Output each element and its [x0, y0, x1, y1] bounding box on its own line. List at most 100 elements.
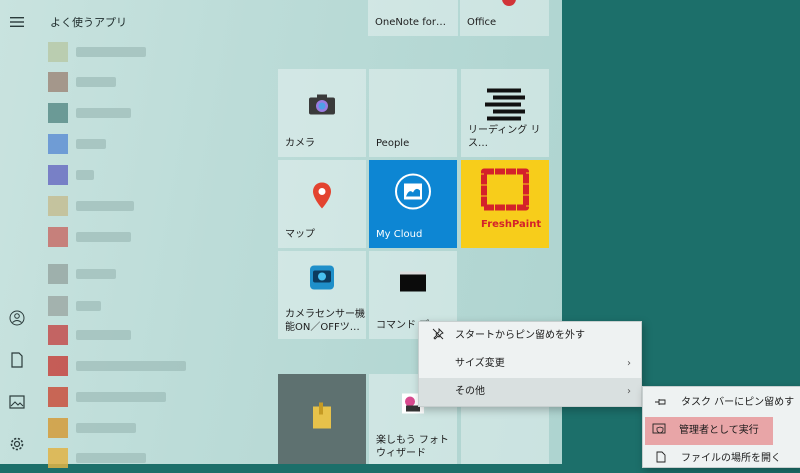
tile-onenote[interactable]: OneNote for…: [368, 0, 458, 36]
chevron-right-icon: ›: [627, 358, 631, 369]
app-name-blurred: [76, 423, 136, 433]
menu-item-label: スタートからピン留めを外す: [455, 330, 585, 341]
menu-item-open-location[interactable]: ファイルの場所を開く: [647, 445, 797, 473]
reading-list-icon: [483, 86, 527, 125]
app-list-item[interactable]: [48, 387, 228, 407]
app-name-blurred: [76, 392, 166, 402]
tile-reading-list[interactable]: リーディング リス…: [461, 69, 549, 157]
settings-icon[interactable]: [7, 436, 27, 456]
app-name-blurred: [76, 77, 116, 87]
left-rail: [0, 0, 34, 464]
tile-fresh-paint[interactable]: FreshPaint: [461, 160, 549, 248]
most-used-header: よく使うアプリ: [50, 16, 127, 29]
tile-label: OneNote for…: [375, 17, 446, 28]
app-icon: [48, 42, 68, 62]
app-name-blurred: [76, 453, 146, 463]
chevron-right-icon: ›: [627, 386, 631, 397]
app-icon: [48, 418, 68, 438]
app-icon: [48, 296, 68, 316]
app-list-item[interactable]: [48, 165, 228, 185]
camera-sensor-icon: [309, 265, 335, 294]
tile-office[interactable]: Office: [460, 0, 549, 36]
tile-label: カメラセンサー機 能ON／OFFツ…: [285, 308, 365, 334]
office-icon: [502, 0, 516, 6]
app-icon: [48, 103, 68, 123]
app-icon: [48, 227, 68, 247]
app-name-blurred: [76, 170, 94, 180]
tile-label-line1: 楽しもう フォト: [376, 435, 449, 446]
app-name-blurred: [76, 232, 131, 242]
tile-label: マップ: [285, 229, 315, 240]
app-list-item[interactable]: [48, 227, 228, 247]
app-name-blurred: [76, 108, 131, 118]
command-prompt-icon: [399, 270, 427, 295]
map-pin-icon: [311, 181, 333, 212]
fresh-paint-logo: FreshPaint: [481, 219, 542, 230]
app-list-item[interactable]: [48, 134, 228, 154]
menu-item-resize[interactable]: サイズ変更 ›: [419, 350, 641, 378]
app-name-blurred: [76, 47, 146, 57]
app-name-blurred: [76, 301, 101, 311]
app-icon: [48, 72, 68, 92]
hamburger-icon[interactable]: [7, 13, 27, 33]
app-list-item[interactable]: [48, 296, 228, 316]
app-list-item[interactable]: [48, 196, 228, 216]
file-icon: [653, 445, 669, 473]
tile-label-line2: 能ON／OFFツ…: [285, 322, 360, 333]
app-name-blurred: [76, 361, 186, 371]
app-list-item[interactable]: [48, 72, 228, 92]
camera-icon: [308, 93, 336, 118]
menu-item-pin-taskbar[interactable]: タスク バーにピン留めする: [647, 389, 797, 436]
app-list-item[interactable]: [48, 264, 228, 284]
tile-label: カメラ: [285, 138, 315, 149]
tile-label-line2: ウィザード: [376, 448, 426, 459]
tile-camera-sensor[interactable]: カメラセンサー機 能ON／OFFツ…: [278, 251, 366, 339]
menu-item-unpin[interactable]: スタートからピン留めを外す: [419, 322, 641, 350]
app-icon: [48, 325, 68, 345]
app-icon: [48, 134, 68, 154]
folder-icon: [311, 402, 333, 432]
app-list-item[interactable]: [48, 325, 228, 345]
unpin-icon: [430, 322, 446, 350]
app-name-blurred: [76, 269, 116, 279]
app-icon: [48, 356, 68, 376]
menu-item-more[interactable]: その他 ›: [419, 378, 641, 406]
tile-camera[interactable]: カメラ: [278, 69, 366, 157]
tile-label: リーディング リス…: [468, 125, 541, 149]
tile-maps[interactable]: マップ: [278, 160, 366, 248]
tile-people[interactable]: People: [369, 69, 457, 157]
document-icon[interactable]: [7, 352, 27, 372]
menu-item-label: ファイルの場所を開く: [681, 453, 781, 464]
app-icon: [48, 387, 68, 407]
menu-item-run-as-admin[interactable]: 管理者として実行: [645, 417, 773, 445]
app-list-item[interactable]: [48, 356, 228, 376]
shield-icon: [651, 417, 667, 445]
app-name-blurred: [76, 330, 131, 340]
context-menu: スタートからピン留めを外す サイズ変更 › その他 ›: [418, 321, 642, 407]
tile-my-cloud[interactable]: My Cloud: [369, 160, 457, 248]
menu-item-label: 管理者として実行: [679, 425, 759, 436]
app-list-item[interactable]: [48, 103, 228, 123]
app-icon: [48, 165, 68, 185]
pin-icon: [653, 389, 669, 417]
app-list-item[interactable]: [48, 418, 228, 438]
pictures-icon[interactable]: [7, 394, 27, 414]
tile-label: Office: [467, 17, 497, 28]
fresh-paint-frame-icon: [481, 168, 529, 215]
menu-item-label: サイズ変更: [455, 358, 505, 369]
app-icon: [48, 448, 68, 468]
submenu-more: タスク バーにピン留めする 管理者として実行 ファイルの場所を開く: [642, 386, 800, 468]
app-icon: [48, 264, 68, 284]
tile-label-line1: カメラセンサー機: [285, 309, 365, 320]
user-icon[interactable]: [7, 310, 27, 330]
app-icon: [48, 196, 68, 216]
my-cloud-icon: [395, 173, 431, 213]
tile-label: People: [376, 138, 410, 149]
menu-item-label: その他: [455, 386, 485, 397]
app-list-item[interactable]: [48, 448, 228, 468]
tile-folder-group[interactable]: [278, 374, 366, 464]
tile-label: My Cloud: [376, 229, 423, 240]
app-list-item[interactable]: [48, 42, 228, 62]
app-name-blurred: [76, 201, 134, 211]
app-name-blurred: [76, 139, 106, 149]
